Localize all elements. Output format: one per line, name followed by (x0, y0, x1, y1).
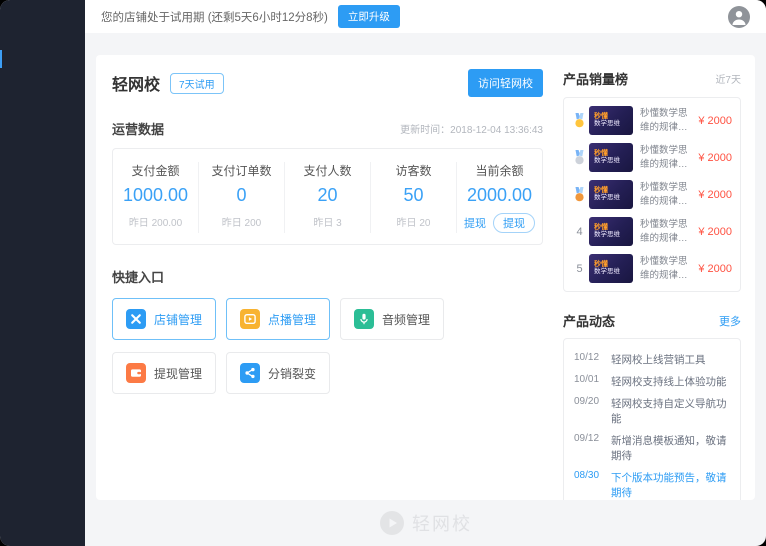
range-label: 近7天 (715, 71, 741, 86)
product-title: 秒懂数学思维的规律的大声的直播课件等你... (640, 218, 694, 245)
product-thumbnail: 秒懂数学思维 (589, 143, 633, 172)
withdraw-link[interactable]: 提现 (464, 215, 486, 231)
more-link[interactable]: 更多 (719, 313, 741, 329)
trial-badge: 7天试用 (170, 73, 224, 94)
sidebar-edge-highlight (0, 50, 2, 68)
page-title: 轻网校 (112, 71, 160, 95)
stat-order-count: 支付订单数 0 昨日 200 (199, 162, 285, 233)
person-icon (728, 6, 750, 28)
update-time: 更新时间：2018-12-04 13:36:43 (400, 121, 543, 136)
quick-entry-grid: 店铺管理 点播管理 音频管理 (112, 298, 543, 406)
rank-number: 5 (572, 263, 587, 275)
rank-row-3[interactable]: 秒懂数学思维 秒懂数学思维的规律的大声的直播课件等你... ¥ 2000 (572, 176, 732, 213)
rank-row-2[interactable]: 秒懂数学思维 秒懂数学思维的规律的大声的直播课件等你... ¥ 2000 (572, 139, 732, 176)
stat-pay-amount: 支付金额 1000.00 昨日 200.00 (113, 162, 199, 233)
quick-entry-withdraw[interactable]: 提现管理 (112, 352, 216, 394)
news-row[interactable]: 10/01 轻网校支持线上体验功能 (574, 370, 730, 392)
quick-entry-audio[interactable]: 音频管理 (340, 298, 444, 340)
sales-rank-list: 秒懂数学思维 秒懂数学思维的规律的大声的直播课件等你... ¥ 2000 秒懂数… (563, 97, 741, 292)
product-thumbnail: 秒懂数学思维 (589, 217, 633, 246)
quick-entry-title: 快捷入口 (112, 267, 164, 286)
news-row[interactable]: 09/12 新增消息模板通知，敬请期待 (574, 429, 730, 466)
collapsed-sidebar[interactable] (0, 0, 85, 546)
product-title: 秒懂数学思维的规律的大声的直播课件等你... (640, 107, 694, 134)
product-thumbnail: 秒懂数学思维 (589, 106, 633, 135)
quick-entry-shop[interactable]: 店铺管理 (112, 298, 216, 340)
silver-medal-icon (572, 150, 587, 165)
watermark-text: 轻网校 (412, 510, 472, 536)
gold-medal-icon (572, 113, 587, 128)
video-play-icon (240, 309, 260, 329)
product-price: ¥ 2000 (698, 263, 732, 275)
shop-icon (126, 309, 146, 329)
share-icon (240, 363, 260, 383)
withdraw-button[interactable]: 提现 (493, 213, 535, 233)
sales-rank-title: 产品销量榜 (563, 69, 628, 88)
microphone-icon (354, 309, 374, 329)
news-row-highlighted[interactable]: 08/30 下个版本功能预告，敬请期待 (574, 466, 730, 500)
visit-school-button[interactable]: 访问轻网校 (468, 69, 543, 97)
stats-box: 支付金额 1000.00 昨日 200.00 支付订单数 0 昨日 200 支付… (112, 148, 543, 245)
top-bar: 您的店铺处于试用期 (还剩5天6小时12分8秒) 立即升级 (85, 0, 766, 33)
product-price: ¥ 2000 (698, 189, 732, 201)
rank-row-5[interactable]: 5 秒懂数学思维 秒懂数学思维的规律的大声的直播课件等你... ¥ 2000 (572, 250, 732, 287)
app-window: 您的店铺处于试用期 (还剩5天6小时12分8秒) 立即升级 轻网校 7天试用 (0, 0, 766, 546)
bronze-medal-icon (572, 187, 587, 202)
product-news-list: 10/12 轻网校上线营销工具 10/01 轻网校支持线上体验功能 09/20 … (563, 338, 741, 500)
trial-notice: 您的店铺处于试用期 (还剩5天6小时12分8秒) (101, 9, 328, 25)
upgrade-now-button[interactable]: 立即升级 (338, 5, 400, 28)
footer-watermark: 轻网校 (96, 500, 755, 546)
product-thumbnail: 秒懂数学思维 (589, 180, 633, 209)
stat-current-balance: 当前余额 2000.00 提现 提现 (457, 162, 542, 233)
quick-entry-vod[interactable]: 点播管理 (226, 298, 330, 340)
play-logo-icon (379, 510, 405, 536)
quick-entry-distribution[interactable]: 分销裂变 (226, 352, 330, 394)
product-price: ¥ 2000 (698, 115, 732, 127)
product-title: 秒懂数学思维的规律的大声的直播课件等你... (640, 255, 694, 282)
stat-visitor-count: 访客数 50 昨日 20 (371, 162, 457, 233)
rank-row-1[interactable]: 秒懂数学思维 秒懂数学思维的规律的大声的直播课件等你... ¥ 2000 (572, 102, 732, 139)
product-title: 秒懂数学思维的规律的大声的直播课件等你... (640, 144, 694, 171)
wallet-icon (126, 363, 146, 383)
stat-payer-count: 支付人数 20 昨日 3 (285, 162, 371, 233)
product-price: ¥ 2000 (698, 226, 732, 238)
news-row[interactable]: 10/12 轻网校上线营销工具 (574, 348, 730, 370)
user-avatar[interactable] (728, 6, 750, 28)
rank-row-4[interactable]: 4 秒懂数学思维 秒懂数学思维的规律的大声的直播课件等你... ¥ 2000 (572, 213, 732, 250)
news-row[interactable]: 09/20 轻网校支持自定义导航功能 (574, 392, 730, 429)
product-thumbnail: 秒懂数学思维 (589, 254, 633, 283)
dashboard-card: 轻网校 7天试用 访问轻网校 运营数据 更新时间：2018-12-04 13:3… (96, 55, 755, 500)
rank-number: 4 (572, 226, 587, 238)
product-title: 秒懂数学思维的规律的大声的直播课件等你... (640, 181, 694, 208)
operating-data-title: 运营数据 (112, 119, 164, 138)
product-price: ¥ 2000 (698, 152, 732, 164)
product-news-title: 产品动态 (563, 311, 615, 330)
